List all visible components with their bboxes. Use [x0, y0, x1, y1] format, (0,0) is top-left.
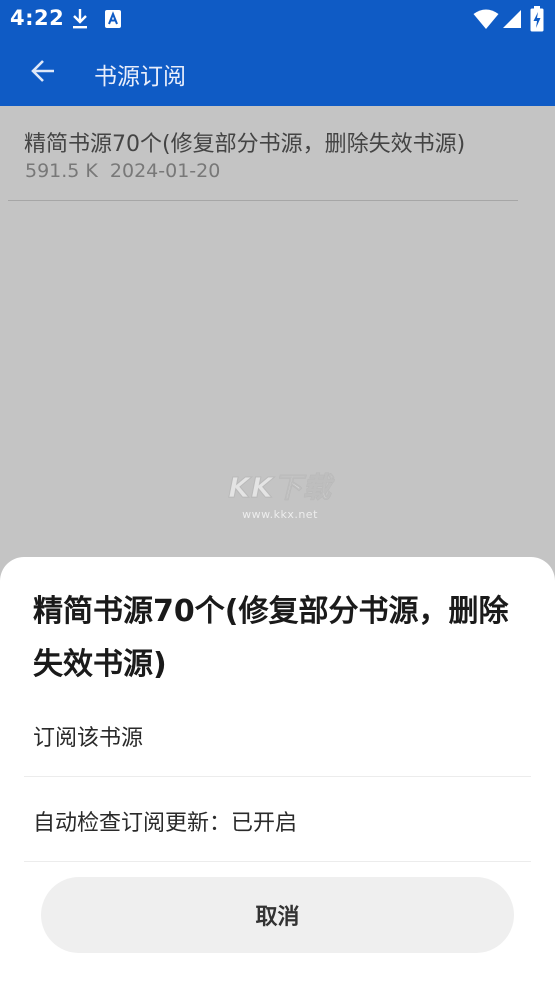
signal-icon	[502, 9, 522, 33]
watermark: KK下载 www.kkx.net	[220, 466, 340, 526]
list-item-date: 2024-01-20	[109, 160, 221, 182]
list-item-title: 精简书源70个(修复部分书源，删除失效书源)	[24, 132, 466, 157]
watermark-url: www.kkx.net	[242, 508, 318, 521]
auto-check-update-label: 自动检查订阅更新：已开启	[33, 811, 298, 836]
watermark-logo: KK下载	[228, 471, 332, 505]
arrow-left-icon	[30, 58, 56, 88]
download-icon	[70, 7, 90, 35]
status-bar: 4:22	[0, 0, 555, 40]
sheet-title: 精简书源70个(修复部分书源，删除失效书源)	[33, 594, 509, 682]
translate-a-icon	[104, 9, 122, 33]
subscribe-option-label: 订阅该书源	[33, 726, 144, 751]
bottom-sheet: 精简书源70个(修复部分书源，删除失效书源) 订阅该书源 自动检查订阅更新：已开…	[0, 557, 555, 986]
list-item[interactable]: 精简书源70个(修复部分书源，删除失效书源) 591.5 K 2024-01-20	[8, 106, 518, 201]
status-time: 4:22	[10, 6, 65, 30]
wifi-icon	[473, 8, 499, 34]
auto-check-update-option[interactable]: 自动检查订阅更新：已开启	[24, 777, 531, 862]
list-item-size: 591.5 K	[25, 160, 98, 182]
back-button[interactable]	[24, 54, 62, 92]
battery-icon	[530, 6, 544, 36]
cancel-button[interactable]: 取消	[41, 877, 514, 953]
list-item-meta: 591.5 K 2024-01-20	[25, 160, 220, 182]
page-title: 书源订阅	[94, 64, 186, 90]
app-bar: 书源订阅	[0, 40, 555, 106]
subscribe-option[interactable]: 订阅该书源	[24, 692, 531, 777]
